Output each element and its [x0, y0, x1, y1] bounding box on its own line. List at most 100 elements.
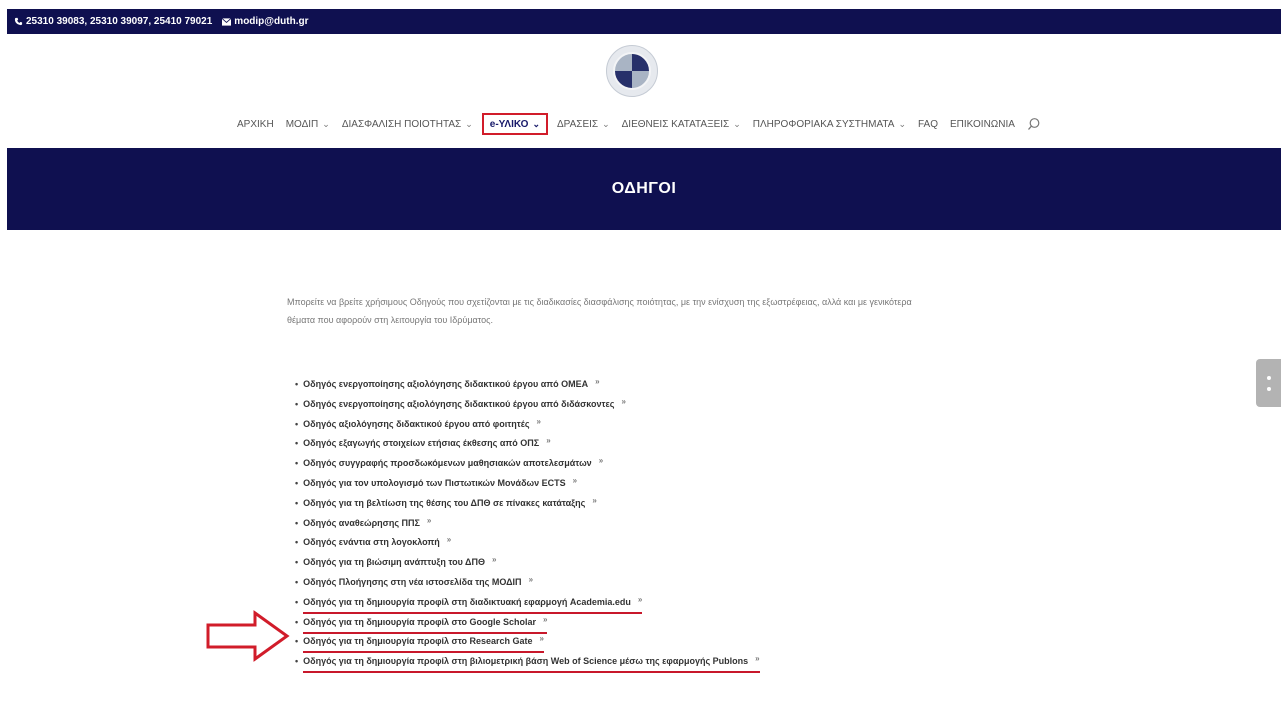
download-icon[interactable]: » — [543, 615, 547, 624]
guide-link[interactable]: Οδηγός Πλοήγησης στη νέα ιστοσελίδα της … — [303, 577, 521, 587]
guide-link-wrap[interactable]: Οδηγός για τη δημιουργία προφίλ στη διαδ… — [303, 594, 643, 614]
guide-link-wrap[interactable]: Οδηγός για τη βελτίωση της θέσης του ΔΠΘ… — [303, 495, 597, 512]
guide-link[interactable]: Οδηγός για τον υπολογισμό των Πιστωτικών… — [303, 478, 565, 488]
guide-link[interactable]: Οδηγός για τη βιώσιμη ανάπτυξη του ΔΠΘ — [303, 557, 485, 567]
nav-item-label: ΕΠΙΚΟΙΝΩΝΙΑ — [950, 118, 1015, 130]
download-icon[interactable]: » — [621, 397, 625, 406]
guide-link[interactable]: Οδηγός εξαγωγής στοιχείων ετήσιας έκθεση… — [303, 438, 539, 448]
guide-link[interactable]: Οδηγός αναθεώρησης ΠΠΣ — [303, 518, 420, 528]
chevron-down-icon: ⌄ — [322, 118, 330, 129]
bullet: • — [295, 438, 299, 449]
guide-list-item[interactable]: • Οδηγός εξαγωγής στοιχείων ετήσιας έκθεσ… — [295, 435, 760, 455]
nav-item-3[interactable]: e-ΥΛΙΚΟ ⌄ — [481, 113, 548, 135]
guide-link[interactable]: Οδηγός συγγραφής προσδωκόμενων μαθησιακώ… — [303, 458, 592, 468]
side-panel-toggle[interactable] — [1256, 359, 1281, 407]
bullet: • — [295, 517, 299, 528]
bullet: • — [295, 379, 299, 389]
guide-link[interactable]: Οδηγός ενάντια στη λογοκλοπή — [303, 537, 440, 547]
intro-line-2: θέματα που αφορούν στη λειτουργία του Ιδ… — [287, 315, 494, 325]
phone-contact[interactable]: 25310 39083, 25310 39097, 25410 79021 — [14, 16, 212, 27]
bullet: • — [295, 537, 299, 548]
search-icon[interactable] — [1027, 117, 1041, 131]
main-navigation: ΑΡΧΙΚΗ ΜΟΔΙΠ ⌄ ΔΙΑΣΦΑΛΙΣΗ ΠΟΙΟΤΗΤΑΣ ⌄ e-ΥΛΙΚΟ… — [231, 113, 1041, 135]
guide-link[interactable]: Οδηγός αξιολόγησης διδακτικού έργου από … — [303, 419, 529, 429]
download-icon[interactable]: » — [427, 516, 431, 525]
download-icon[interactable]: » — [529, 575, 533, 584]
page-banner: ΟΔΗΓΟΙ — [7, 148, 1281, 230]
guide-list-item[interactable]: • Οδηγός για τον υπολογισμό των Πιστωτικώ… — [295, 475, 760, 495]
guide-list-item[interactable]: • Οδηγός για τη δημιουργία προφίλ στο Goo… — [295, 614, 760, 634]
guide-link-wrap[interactable]: Οδηγός συγγραφής προσδωκόμενων μαθησιακώ… — [303, 455, 603, 472]
guide-list-item[interactable]: • Οδηγός για τη δημιουργία προφίλ στο Res… — [295, 633, 760, 654]
nav-item-label: ΜΟΔΙΠ — [285, 118, 319, 130]
nav-item-0[interactable]: ΑΡΧΙΚΗ — [231, 113, 280, 135]
guide-link-wrap[interactable]: Οδηγός για τον υπολογισμό των Πιστωτικών… — [303, 475, 577, 492]
nav-item-6[interactable]: ΠΛΗΡΟΦΟΡΙΑΚΑ ΣΥΣΤΗΜΑΤΑ ⌄ — [747, 113, 912, 135]
guide-link[interactable]: Οδηγός για τη δημιουργία προφίλ στη βιλι… — [303, 656, 748, 666]
guide-link-wrap[interactable]: Οδηγός Πλοήγησης στη νέα ιστοσελίδα της … — [303, 574, 533, 591]
nav-item-2[interactable]: ΔΙΑΣΦΑΛΙΣΗ ΠΟΙΟΤΗΤΑΣ ⌄ — [336, 113, 479, 135]
nav-item-5[interactable]: ΔΙΕΘΝΕΙΣ ΚΑΤΑΤΑΞΕΙΣ ⌄ — [616, 113, 747, 135]
top-contact-bar: 25310 39083, 25310 39097, 25410 79021 mo… — [7, 9, 1281, 34]
bullet: • — [295, 398, 299, 409]
nav-item-1[interactable]: ΜΟΔΙΠ ⌄ — [280, 113, 336, 135]
guide-list-item[interactable]: • Οδηγός για τη δημιουργία προφίλ στη βιλ… — [295, 653, 760, 674]
download-icon[interactable]: » — [573, 476, 577, 485]
download-icon[interactable]: » — [492, 555, 496, 564]
guide-link-wrap[interactable]: Οδηγός ενεργοποίησης αξιολόγησης διδακτι… — [303, 376, 599, 393]
chevron-down-icon: ⌄ — [465, 118, 473, 129]
nav-item-4[interactable]: ΔΡΑΣΕΙΣ ⌄ — [551, 113, 616, 135]
download-icon[interactable]: » — [599, 456, 603, 465]
guide-list-item[interactable]: • Οδηγός Πλοήγησης στη νέα ιστοσελίδα της… — [295, 574, 760, 594]
bullet: • — [295, 477, 299, 488]
download-icon[interactable]: » — [755, 654, 759, 663]
download-icon[interactable]: » — [595, 377, 599, 386]
logo-emblem — [613, 52, 651, 90]
nav-item-7[interactable]: FAQ — [912, 113, 944, 135]
guide-link-wrap[interactable]: Οδηγός για τη δημιουργία προφίλ στο Goog… — [303, 614, 548, 634]
guide-link[interactable]: Οδηγός για τη δημιουργία προφίλ στη διαδ… — [303, 597, 631, 607]
guide-list-item[interactable]: • Οδηγός ενάντια στη λογοκλοπή » — [295, 534, 760, 554]
download-icon[interactable]: » — [546, 436, 550, 445]
guide-list-item[interactable]: • Οδηγός αξιολόγησης διδακτικού έργου από… — [295, 416, 760, 436]
dot-icon — [1266, 386, 1271, 391]
guide-link-wrap[interactable]: Οδηγός για τη δημιουργία προφίλ στη βιλι… — [303, 653, 760, 674]
download-icon[interactable]: » — [540, 634, 544, 643]
guide-list-item[interactable]: • Οδηγός για τη βιώσιμη ανάπτυξη του ΔΠΘ » — [295, 554, 760, 574]
site-logo[interactable] — [606, 45, 658, 97]
intro-line-1: Μπορείτε να βρείτε χρήσιμους Οδηγούς που… — [287, 297, 912, 307]
chevron-down-icon: ⌄ — [602, 118, 610, 129]
guide-link[interactable]: Οδηγός για τη βελτίωση της θέσης του ΔΠΘ… — [303, 498, 585, 508]
guide-link-wrap[interactable]: Οδηγός ενεργοποίησης αξιολόγησης διδακτι… — [303, 396, 626, 413]
guide-link-wrap[interactable]: Οδηγός για τη δημιουργία προφίλ στο Rese… — [303, 633, 544, 654]
nav-item-label: ΔΙΕΘΝΕΙΣ ΚΑΤΑΤΑΞΕΙΣ — [621, 118, 730, 130]
guide-link[interactable]: Οδηγός ενεργοποίησης αξιολόγησης διδακτι… — [303, 399, 614, 409]
envelope-icon — [222, 17, 232, 26]
download-icon[interactable]: » — [537, 417, 541, 426]
guide-list-item[interactable]: • Οδηγός για τη δημιουργία προφίλ στη δια… — [295, 594, 760, 614]
nav-item-8[interactable]: ΕΠΙΚΟΙΝΩΝΙΑ — [944, 113, 1021, 135]
guide-link[interactable]: Οδηγός για τη δημιουργία προφίλ στο Rese… — [303, 636, 532, 646]
guide-list-item[interactable]: • Οδηγός ενεργοποίησης αξιολόγησης διδακτ… — [295, 376, 760, 396]
guide-link-wrap[interactable]: Οδηγός εξαγωγής στοιχείων ετήσιας έκθεση… — [303, 435, 550, 452]
phone-numbers: 25310 39083, 25310 39097, 25410 79021 — [26, 16, 213, 27]
guide-list-item[interactable]: • Οδηγός για τη βελτίωση της θέσης του ΔΠ… — [295, 495, 760, 515]
guide-link[interactable]: Οδηγός ενεργοποίησης αξιολόγησης διδακτι… — [303, 379, 588, 389]
download-icon[interactable]: » — [592, 496, 596, 505]
download-icon[interactable]: » — [447, 535, 451, 544]
guide-link-wrap[interactable]: Οδηγός για τη βιώσιμη ανάπτυξη του ΔΠΘ » — [303, 554, 496, 571]
bullet: • — [295, 596, 299, 607]
bullet: • — [295, 616, 299, 627]
guide-link[interactable]: Οδηγός για τη δημιουργία προφίλ στο Goog… — [303, 617, 536, 627]
guide-list-item[interactable]: • Οδηγός συγγραφής προσδωκόμενων μαθησιακ… — [295, 455, 760, 475]
email-address: modip@duth.gr — [234, 16, 309, 27]
guide-list-item[interactable]: • Οδηγός ενεργοποίησης αξιολόγησης διδακτ… — [295, 396, 760, 416]
email-contact[interactable]: modip@duth.gr — [222, 16, 308, 27]
guide-link-wrap[interactable]: Οδηγός αναθεώρησης ΠΠΣ » — [303, 515, 431, 532]
guide-list-item[interactable]: • Οδηγός αναθεώρησης ΠΠΣ » — [295, 515, 760, 535]
download-icon[interactable]: » — [638, 595, 642, 604]
intro-text: Μπορείτε να βρείτε χρήσιμους Οδηγούς που… — [287, 293, 1047, 329]
dot-icon — [1266, 375, 1271, 380]
guide-link-wrap[interactable]: Οδηγός ενάντια στη λογοκλοπή » — [303, 534, 451, 551]
guide-link-wrap[interactable]: Οδηγός αξιολόγησης διδακτικού έργου από … — [303, 416, 541, 433]
